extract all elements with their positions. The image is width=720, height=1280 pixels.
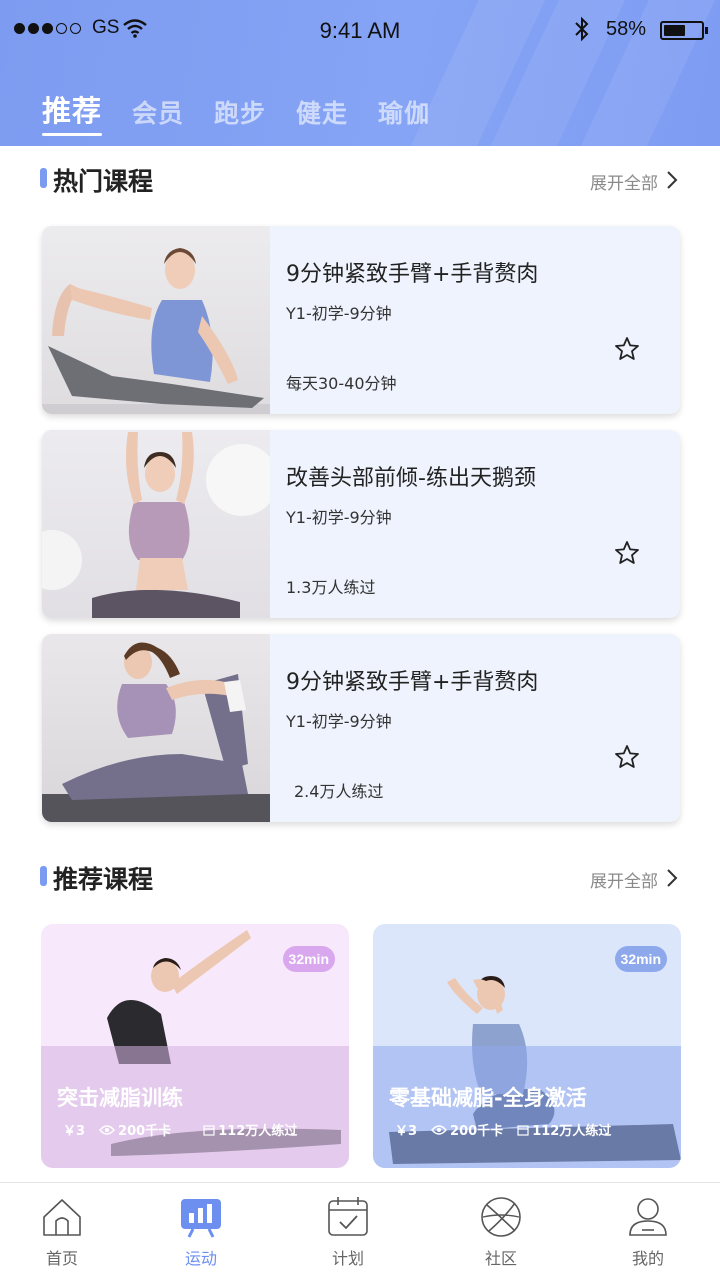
expand-all-link[interactable]: 展开全部 [590, 169, 658, 194]
star-icon[interactable] [614, 336, 640, 362]
chevron-right-icon[interactable] [666, 170, 678, 190]
tab-walking[interactable]: 健走 [296, 94, 348, 130]
course-thumbnail [42, 634, 270, 822]
calories: 200千卡 [450, 1124, 504, 1139]
hot-courses-header: 热门课程 展开全部 [40, 162, 682, 196]
nav-plan[interactable]: 计划 [298, 1195, 398, 1269]
eye-icon [99, 1124, 115, 1135]
star-icon[interactable] [614, 744, 640, 770]
recommend-tile[interactable]: 32min 突击减脂训练 ￥3 200千卡 112万人练过 [41, 924, 349, 1168]
price: ￥3 [395, 1124, 418, 1139]
nav-mine[interactable]: 我的 [598, 1195, 698, 1269]
calories: 200千卡 [118, 1124, 172, 1139]
practice-count: 112万人练过 [532, 1124, 612, 1139]
tile-title: 零基础减脂-全身激活 [389, 1086, 587, 1110]
calendar-icon [328, 1197, 368, 1236]
nav-label: 首页 [45, 1249, 78, 1268]
course-card[interactable]: 9分钟紧致手臂+手背赘肉 Y1-初学-9分钟 每天30-40分钟 [42, 226, 680, 414]
eye-icon [431, 1124, 447, 1135]
nav-label: 我的 [631, 1249, 664, 1268]
nav-home[interactable]: 首页 [12, 1195, 112, 1269]
section-marker [40, 168, 47, 188]
course-meta: 每天30-40分钟 [286, 374, 397, 393]
nav-label: 计划 [331, 1249, 364, 1268]
chevron-right-icon[interactable] [666, 868, 678, 888]
home-icon [43, 1199, 81, 1236]
nav-community[interactable]: 社区 [451, 1195, 551, 1269]
bottom-nav: 首页 运动 计划 社区 我的 [0, 1182, 720, 1280]
tab-running[interactable]: 跑步 [214, 94, 266, 130]
battery-icon [660, 21, 708, 40]
course-card[interactable]: 9分钟紧致手臂+手背赘肉 Y1-初学-9分钟 2.4万人练过 [42, 634, 680, 822]
section-marker [40, 866, 47, 886]
star-icon[interactable] [614, 540, 640, 566]
header: GS 9:41 AM 58% 推荐 会员 跑步 健走 瑜伽 [0, 0, 720, 146]
course-meta: 1.3万人练过 [286, 578, 376, 597]
course-meta: 2.4万人练过 [294, 782, 384, 801]
battery-percent: 58% [606, 18, 647, 40]
course-title: 9分钟紧致手臂+手背赘肉 [286, 262, 539, 287]
course-level: Y1-初学-9分钟 [286, 304, 392, 323]
user-icon [629, 1198, 667, 1236]
practice-count: 112万人练过 [218, 1124, 298, 1139]
course-title: 9分钟紧致手臂+手背赘肉 [286, 670, 539, 695]
recommended-courses-header: 推荐课程 展开全部 [40, 860, 682, 894]
tile-meta: ￥3 200千卡 112万人练过 [395, 1120, 611, 1139]
price: ￥3 [63, 1124, 86, 1139]
course-level: Y1-初学-9分钟 [286, 508, 392, 527]
tile-meta: ￥3 200千卡 112万人练过 [63, 1120, 297, 1139]
course-thumbnail [42, 226, 270, 414]
expand-all-link[interactable]: 展开全部 [590, 867, 658, 892]
section-title: 热门课程 [53, 167, 154, 196]
calendar-small-icon [517, 1124, 529, 1136]
nav-label: 社区 [484, 1249, 517, 1268]
category-tabs: 推荐 会员 跑步 健走 瑜伽 [42, 88, 430, 136]
nav-label: 运动 [184, 1249, 217, 1268]
status-bar: GS 9:41 AM 58% [0, 14, 720, 48]
course-card[interactable]: 改善头部前倾-练出天鹅颈 Y1-初学-9分钟 1.3万人练过 [42, 430, 680, 618]
duration-badge: 32min [282, 946, 335, 972]
duration-badge: 32min [614, 946, 667, 972]
chart-icon [181, 1199, 221, 1238]
ball-icon [481, 1197, 521, 1237]
section-title: 推荐课程 [53, 865, 154, 894]
tile-title: 突击减脂训练 [57, 1086, 183, 1110]
course-title: 改善头部前倾-练出天鹅颈 [286, 466, 536, 491]
tab-recommend[interactable]: 推荐 [42, 88, 103, 136]
recommend-tile[interactable]: 32min 零基础减脂-全身激活 ￥3 200千卡 112万人练过 [373, 924, 681, 1168]
tab-member[interactable]: 会员 [132, 94, 184, 130]
course-level: Y1-初学-9分钟 [286, 712, 392, 731]
course-thumbnail [42, 430, 270, 618]
nav-sport[interactable]: 运动 [151, 1195, 251, 1269]
tab-yoga[interactable]: 瑜伽 [378, 94, 430, 130]
calendar-small-icon [203, 1124, 215, 1136]
bluetooth-icon [575, 16, 589, 42]
